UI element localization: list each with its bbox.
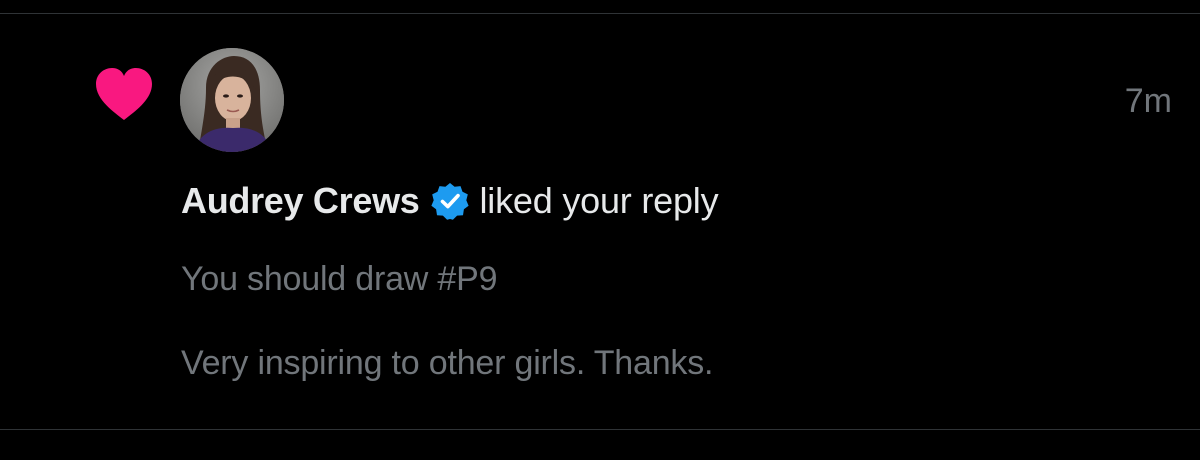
user-avatar[interactable]: [180, 48, 284, 152]
reply-text[interactable]: You should draw #P9 Very inspiring to ot…: [181, 258, 1141, 384]
user-name[interactable]: Audrey Crews: [181, 180, 420, 222]
heart-icon: [94, 66, 154, 122]
bottom-divider: [0, 429, 1200, 430]
reply-line-blank: [181, 300, 1141, 342]
reply-line: Very inspiring to other girls. Thanks.: [181, 344, 714, 382]
reply-line: You should draw #P9: [181, 260, 498, 298]
action-text: liked your reply: [479, 180, 719, 221]
verified-badge-icon[interactable]: [430, 181, 470, 221]
like-notification[interactable]: 7m Audrey Crews liked your reply You sho…: [0, 14, 1200, 429]
timestamp[interactable]: 7m: [1125, 84, 1172, 118]
notification-headline: Audrey Crews liked your reply: [181, 180, 719, 222]
